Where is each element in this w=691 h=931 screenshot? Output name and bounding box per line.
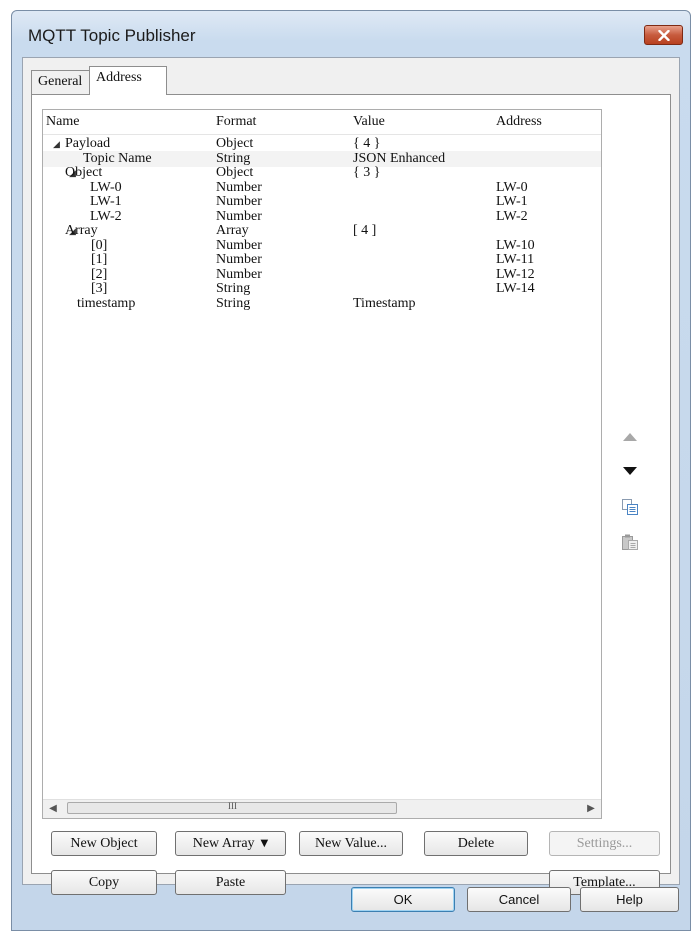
delete-button[interactable]: Delete <box>424 831 528 856</box>
address-tab-panel: Name Format Value Address ◢ Payload Object… <box>31 94 671 895</box>
copy-icon[interactable] <box>617 495 643 519</box>
horizontal-scrollbar[interactable]: ◀ III ▶ <box>43 799 601 818</box>
paste-icon[interactable] <box>617 530 643 554</box>
ok-button[interactable]: OK <box>351 887 455 912</box>
dialog-window: MQTT Topic Publisher General Address Nam… <box>11 10 691 931</box>
new-array-button[interactable]: New Array ▼ <box>175 831 286 856</box>
move-up-icon[interactable] <box>617 425 643 449</box>
help-button[interactable]: Help <box>580 887 679 912</box>
tab-general[interactable]: General <box>31 70 90 94</box>
paste-button[interactable]: Paste <box>175 870 286 895</box>
tree-header: Name Format Value Address <box>43 110 601 135</box>
scrollbar-grip: III <box>228 801 237 811</box>
new-array-label: New Array <box>192 836 255 851</box>
row-value: Timestamp <box>353 295 416 311</box>
new-value-button[interactable]: New Value... <box>299 831 403 856</box>
payload-tree-view[interactable]: Name Format Value Address ◢ Payload Object… <box>42 109 602 819</box>
copy-button[interactable]: Copy <box>51 870 157 895</box>
scroll-right-icon[interactable]: ▶ <box>584 802 598 816</box>
move-down-icon[interactable] <box>617 459 643 483</box>
column-header-value[interactable]: Value <box>353 114 385 130</box>
tree-row[interactable]: timestamp String Timestamp <box>43 296 601 312</box>
dropdown-arrow-icon: ▼ <box>260 838 269 849</box>
column-header-format[interactable]: Format <box>216 114 256 130</box>
close-button[interactable] <box>644 25 683 45</box>
tab-address[interactable]: Address <box>89 66 167 95</box>
column-header-address[interactable]: Address <box>496 114 542 130</box>
scroll-left-icon[interactable]: ◀ <box>46 802 60 816</box>
column-header-name[interactable]: Name <box>46 114 79 130</box>
title-bar[interactable]: MQTT Topic Publisher <box>12 11 690 55</box>
row-name: timestamp <box>77 295 136 311</box>
close-icon <box>657 29 670 41</box>
settings-button[interactable]: Settings... <box>549 831 660 856</box>
dialog-body: General Address Name Format Value Addres… <box>22 57 680 895</box>
window-title: MQTT Topic Publisher <box>28 26 196 45</box>
scrollbar-thumb[interactable]: III <box>67 801 397 814</box>
new-object-button[interactable]: New Object <box>51 831 157 856</box>
row-format: String <box>216 295 251 311</box>
cancel-button[interactable]: Cancel <box>467 887 571 912</box>
